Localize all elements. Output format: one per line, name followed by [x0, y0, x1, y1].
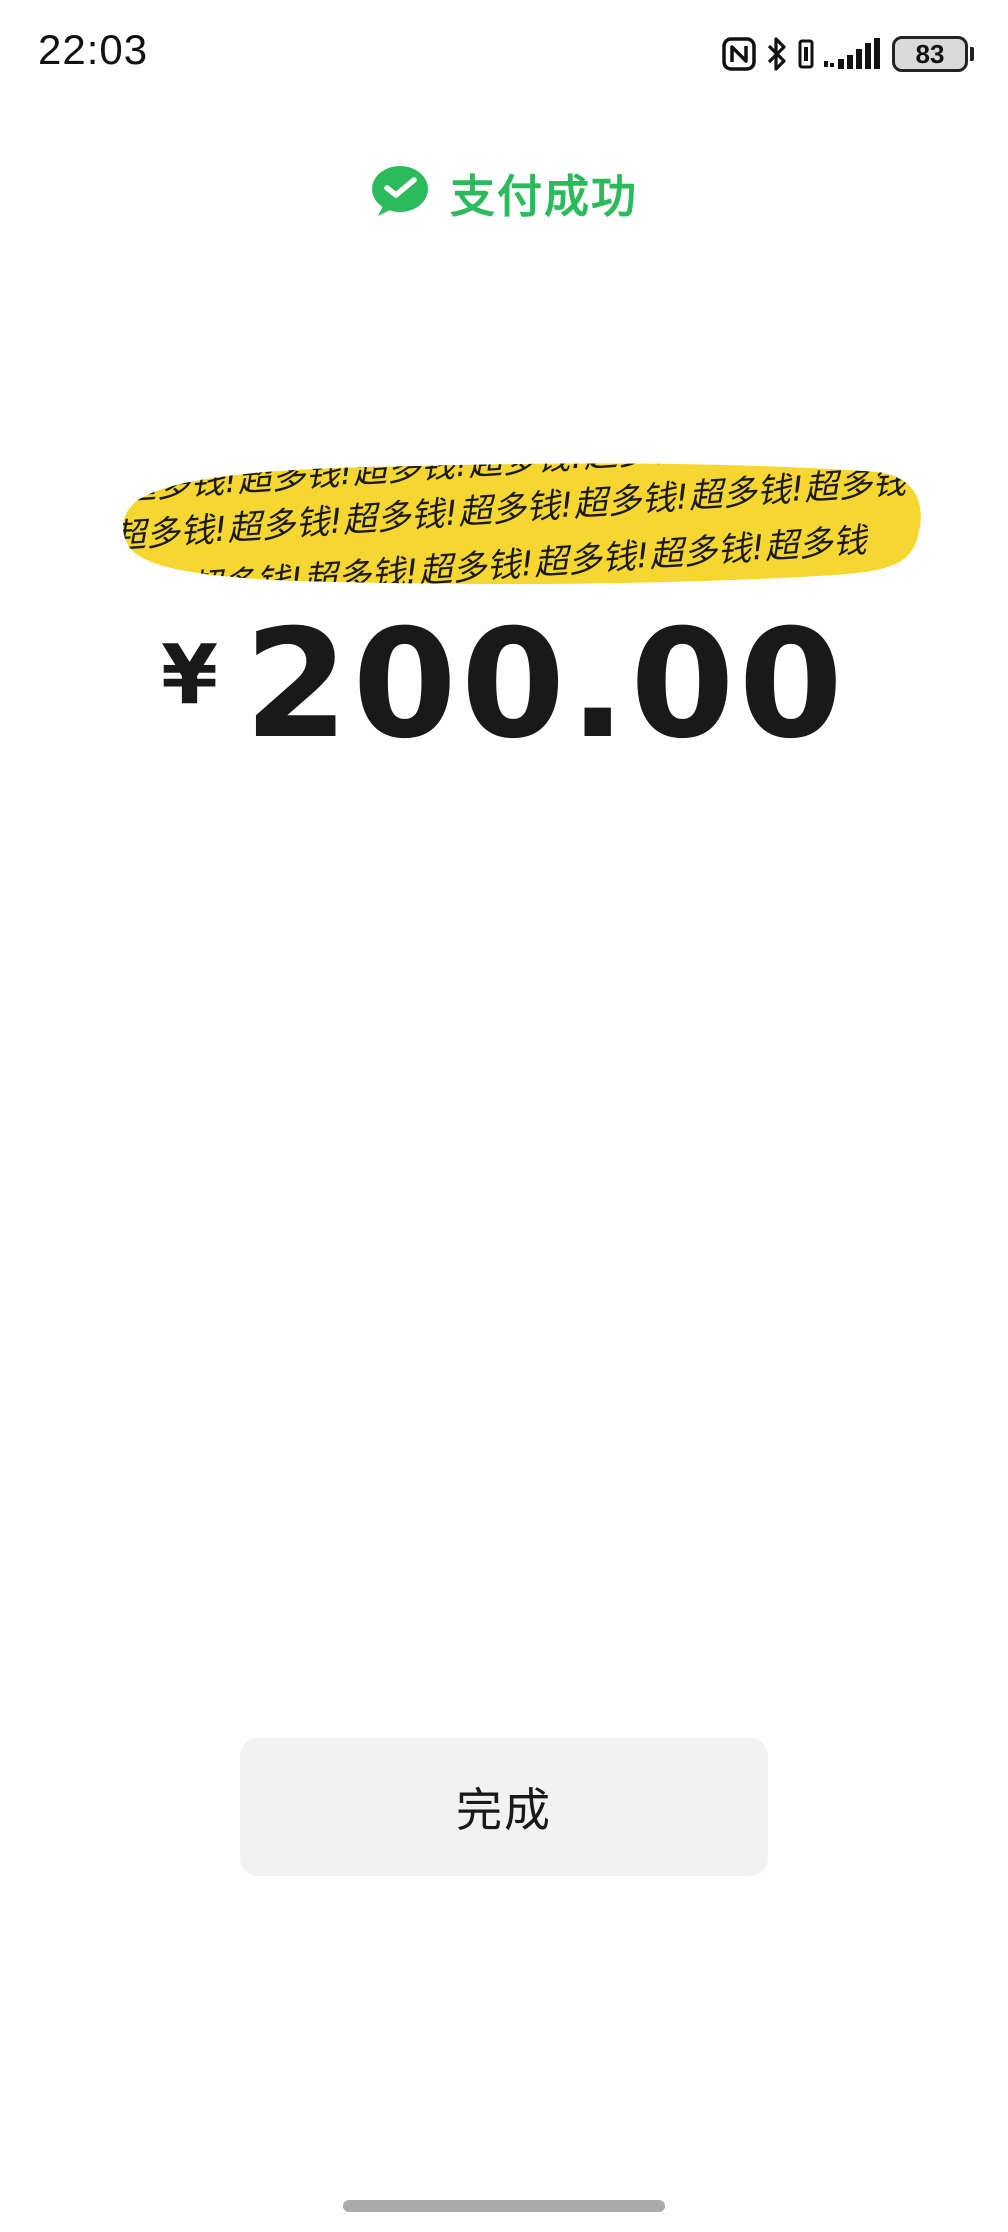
amount-value: 200.00 — [244, 598, 847, 772]
status-icons: 83 — [722, 30, 974, 78]
battery-tip — [970, 47, 974, 61]
status-time: 22:03 — [38, 26, 149, 73]
page-title: 支付成功 — [449, 170, 638, 223]
battery-level: 83 — [915, 39, 945, 69]
amount-highlight-decoration: !超多钱!超多钱!超多钱!超多钱!超多钱!超多钱!超多钱 !超多钱!超多钱!超多… — [118, 448, 924, 598]
nfc-icon — [722, 37, 756, 71]
battery-body: 83 — [892, 36, 968, 72]
bluetooth-icon — [766, 36, 788, 72]
payment-amount: ¥ 200.00 — [0, 610, 1008, 760]
status-bar: 22:03 83 — [0, 0, 1008, 110]
wechat-pay-check-icon — [370, 164, 430, 222]
done-button[interactable]: 完成 — [240, 1738, 768, 1876]
home-indicator[interactable] — [343, 2200, 665, 2212]
vibrate-icon — [798, 37, 814, 71]
currency-symbol: ¥ — [161, 628, 219, 723]
battery-icon: 83 — [892, 36, 974, 72]
signal-icon — [824, 37, 882, 71]
payment-success-header: 支付成功 — [0, 160, 1008, 225]
